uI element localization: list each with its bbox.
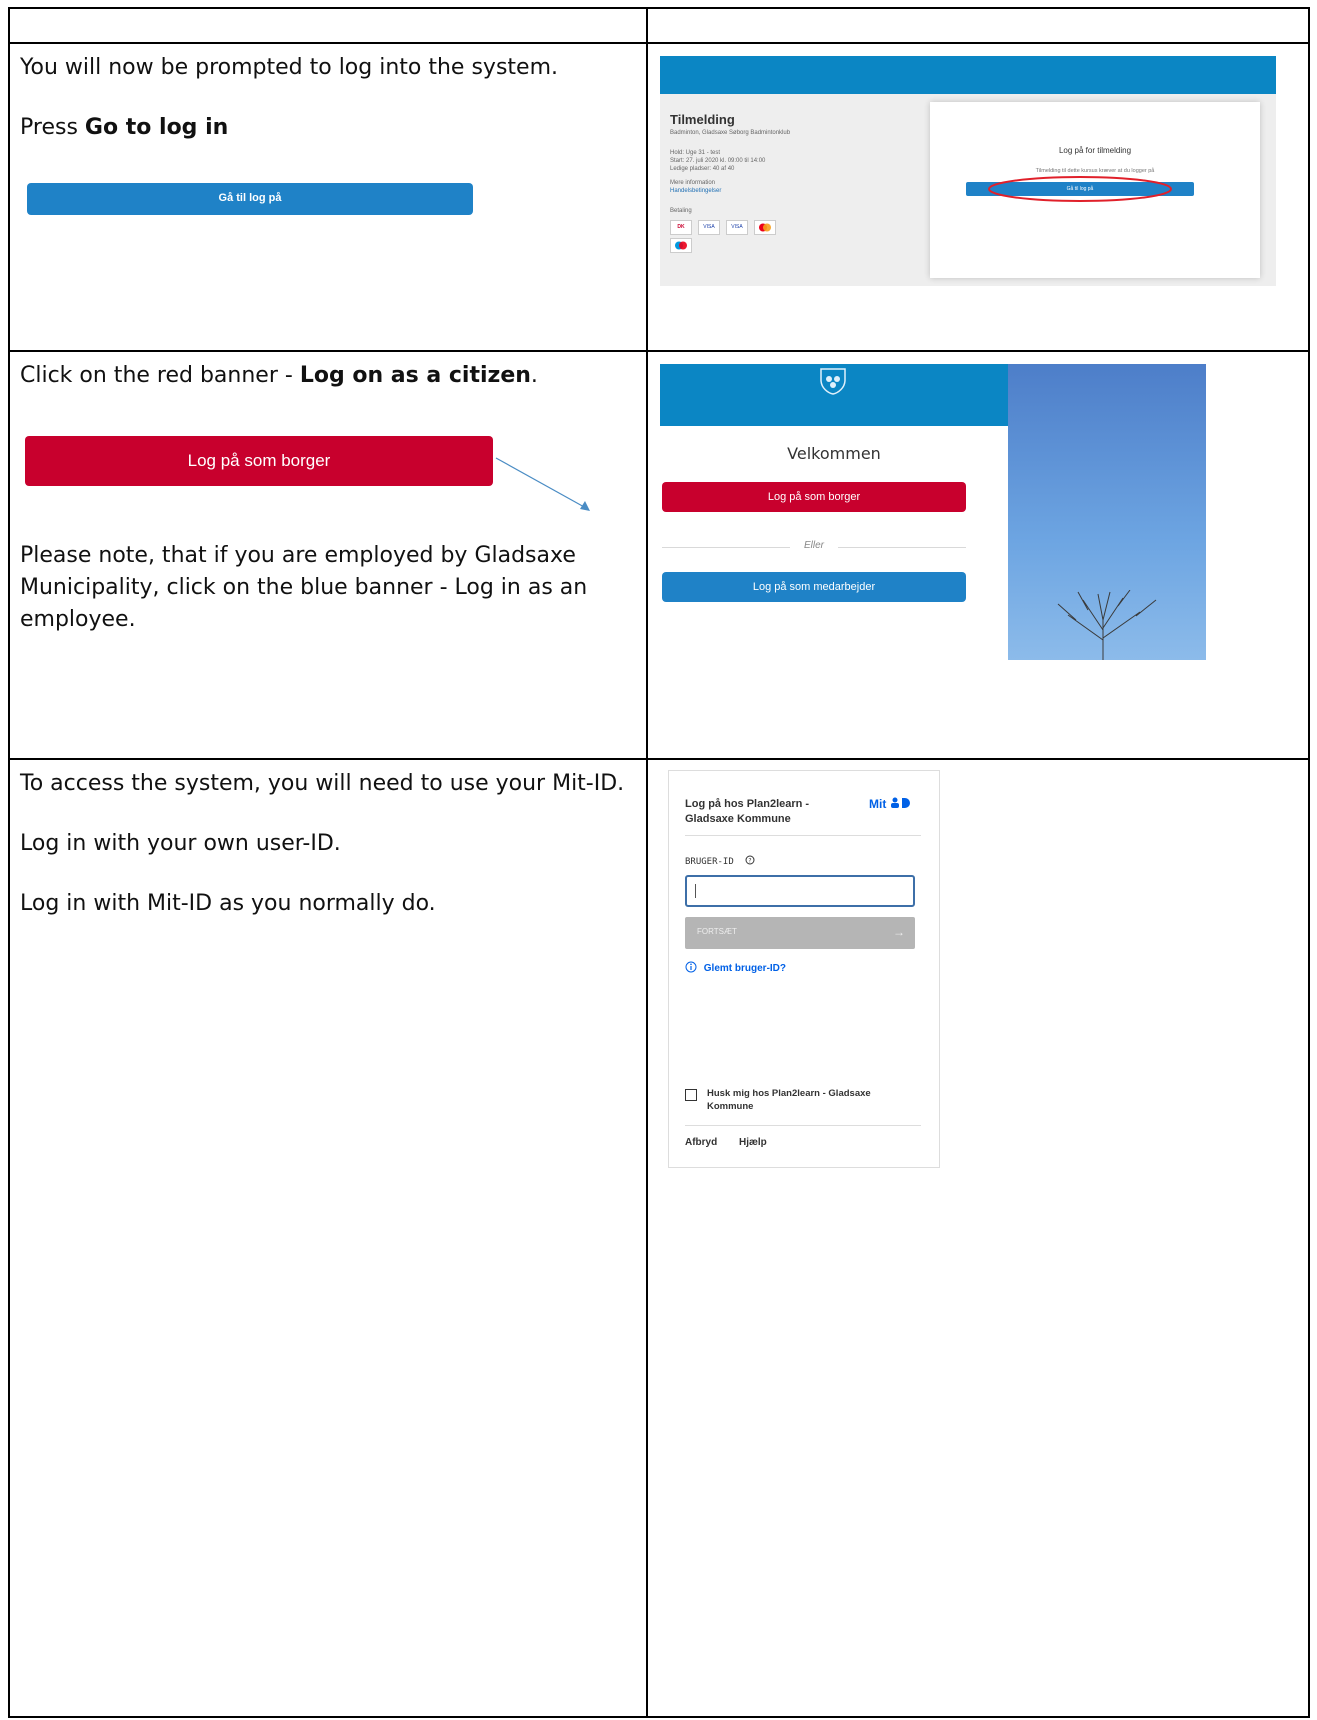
header-cell-left [8, 7, 648, 44]
userid-label: BRUGER-ID ? [685, 855, 755, 867]
guide-page: You will now be prompted to log into the… [0, 0, 1317, 1720]
footer-divider [685, 1125, 921, 1126]
municipal-crest-icon [820, 368, 846, 395]
step-row-1: You will now be prompted to log into the… [8, 42, 1310, 352]
continue-button[interactable]: FORTSÆT → [685, 917, 915, 949]
log-on-as-citizen-button[interactable]: Log på som borger [25, 436, 493, 486]
step1-press-bold: Go to log in [84, 115, 229, 140]
sky-photo [1008, 364, 1206, 660]
forgot-userid-link[interactable]: Glemt bruger-ID? [685, 961, 786, 974]
go-to-login-button[interactable]: Gå til log på [27, 183, 473, 215]
header-row [8, 7, 1310, 44]
screenshot-citizen-label: Log på som borger [767, 491, 861, 503]
step1-intro: You will now be prompted to log into the… [20, 55, 558, 80]
login-required-title: Log på for tilmelding [1058, 146, 1132, 155]
remember-checkbox[interactable] [685, 1089, 697, 1101]
userid-input[interactable] [685, 875, 915, 907]
tree-branches [1057, 590, 1157, 660]
cancel-link[interactable]: Afbryd [685, 1137, 717, 1148]
step2-text-cell: Click on the red banner - Log on as a ci… [8, 350, 648, 760]
log-on-as-citizen-label: Log på som borger [187, 451, 331, 470]
maestro-icon [670, 238, 692, 253]
or-divider: Eller [662, 540, 966, 554]
registration-payment-label: Betaling [670, 208, 692, 214]
mitid-logo-text: Mit [869, 797, 887, 811]
step2-bold: Log on as a citizen [299, 363, 531, 388]
mastercard-icon [754, 220, 776, 235]
step3-userid-instruction: Log in with your own user-ID. [20, 831, 341, 856]
registration-terms-link[interactable]: Handelsbetingelser [670, 188, 721, 194]
mitid-login-screenshot: Log på hos Plan2learn - Gladsaxe Kommune… [668, 770, 940, 1168]
step3-screenshot-cell: Log på hos Plan2learn - Gladsaxe Kommune… [646, 758, 1310, 1718]
step-row-2: Click on the red banner - Log on as a ci… [8, 350, 1310, 760]
svg-text:?: ? [749, 858, 752, 865]
welcome-heading: Velkommen [787, 444, 881, 463]
registration-header-bar [660, 56, 1276, 94]
mitid-title-divider [685, 835, 921, 836]
registration-more-info: Mere information [670, 180, 716, 186]
step1-screenshot-cell: Tilmelding Badminton, Gladsaxe Søborg Ba… [646, 42, 1310, 352]
mitid-logo-icon: Mit [869, 797, 912, 811]
screenshot-employee-label: Log på som medarbejder [752, 581, 876, 593]
step-row-3: To access the system, you will need to u… [8, 758, 1310, 1718]
mitid-title: Log på hos Plan2learn - Gladsaxe Kommune [685, 798, 810, 825]
registration-subtitle: Badminton, Gladsaxe Søborg Badmintonklub [670, 130, 791, 136]
screenshot-citizen-button[interactable]: Log på som borger [662, 482, 966, 512]
registration-hold: Hold: Uge 31 - test [670, 150, 721, 156]
continue-label: FORTSÆT [697, 927, 737, 936]
welcome-header [660, 364, 1008, 426]
text-cursor [695, 884, 696, 898]
step2-screenshot-cell: Velkommen Log på som borger Eller Log på… [646, 350, 1310, 760]
go-to-login-label: Gå til log på [218, 192, 282, 204]
remember-label: Husk mig hos Plan2learn - Gladsaxe Kommu… [707, 1088, 871, 1112]
step3-mitid-instruction: Log in with Mit-ID as you normally do. [20, 891, 436, 916]
registration-start: Start: 27. juli 2020 kl. 09:00 til 14:00 [670, 158, 766, 164]
visa-electron-icon: VISA [726, 220, 748, 235]
step2-instruction: Click on the red banner - Log on as a ci… [20, 363, 538, 388]
help-circle-icon[interactable]: ? [745, 855, 755, 865]
employee-note: Please note, that if you are employed by… [20, 543, 588, 632]
registration-ledige: Ledige pladser: 40 af 40 [670, 166, 735, 172]
welcome-screenshot: Velkommen Log på som borger Eller Log på… [660, 364, 1206, 660]
registration-screenshot: Tilmelding Badminton, Gladsaxe Søborg Ba… [660, 56, 1276, 286]
step3-text-cell: To access the system, you will need to u… [8, 758, 648, 1718]
login-required-card: Log på for tilmelding Tilmelding til det… [930, 102, 1260, 278]
highlight-ellipse [988, 176, 1172, 202]
or-label: Eller [790, 540, 838, 551]
visa-icon: VISA [698, 220, 720, 235]
step1-press-instruction: Press Go to log in [20, 115, 229, 140]
step3-mitid-info: To access the system, you will need to u… [20, 771, 625, 796]
step1-text-cell: You will now be prompted to log into the… [8, 42, 648, 352]
help-link[interactable]: Hjælp [739, 1137, 767, 1148]
arrow-right-icon: → [893, 925, 905, 939]
pointer-arrow [495, 457, 590, 511]
dankort-icon: DK [670, 220, 692, 235]
info-icon [685, 961, 697, 973]
forgot-userid-label: Glemt bruger-ID? [703, 963, 787, 974]
guide-table: You will now be prompted to log into the… [8, 7, 1310, 1718]
screenshot-employee-button[interactable]: Log på som medarbejder [662, 572, 966, 602]
header-cell-right [646, 7, 1310, 44]
registration-title: Tilmelding [670, 112, 735, 127]
